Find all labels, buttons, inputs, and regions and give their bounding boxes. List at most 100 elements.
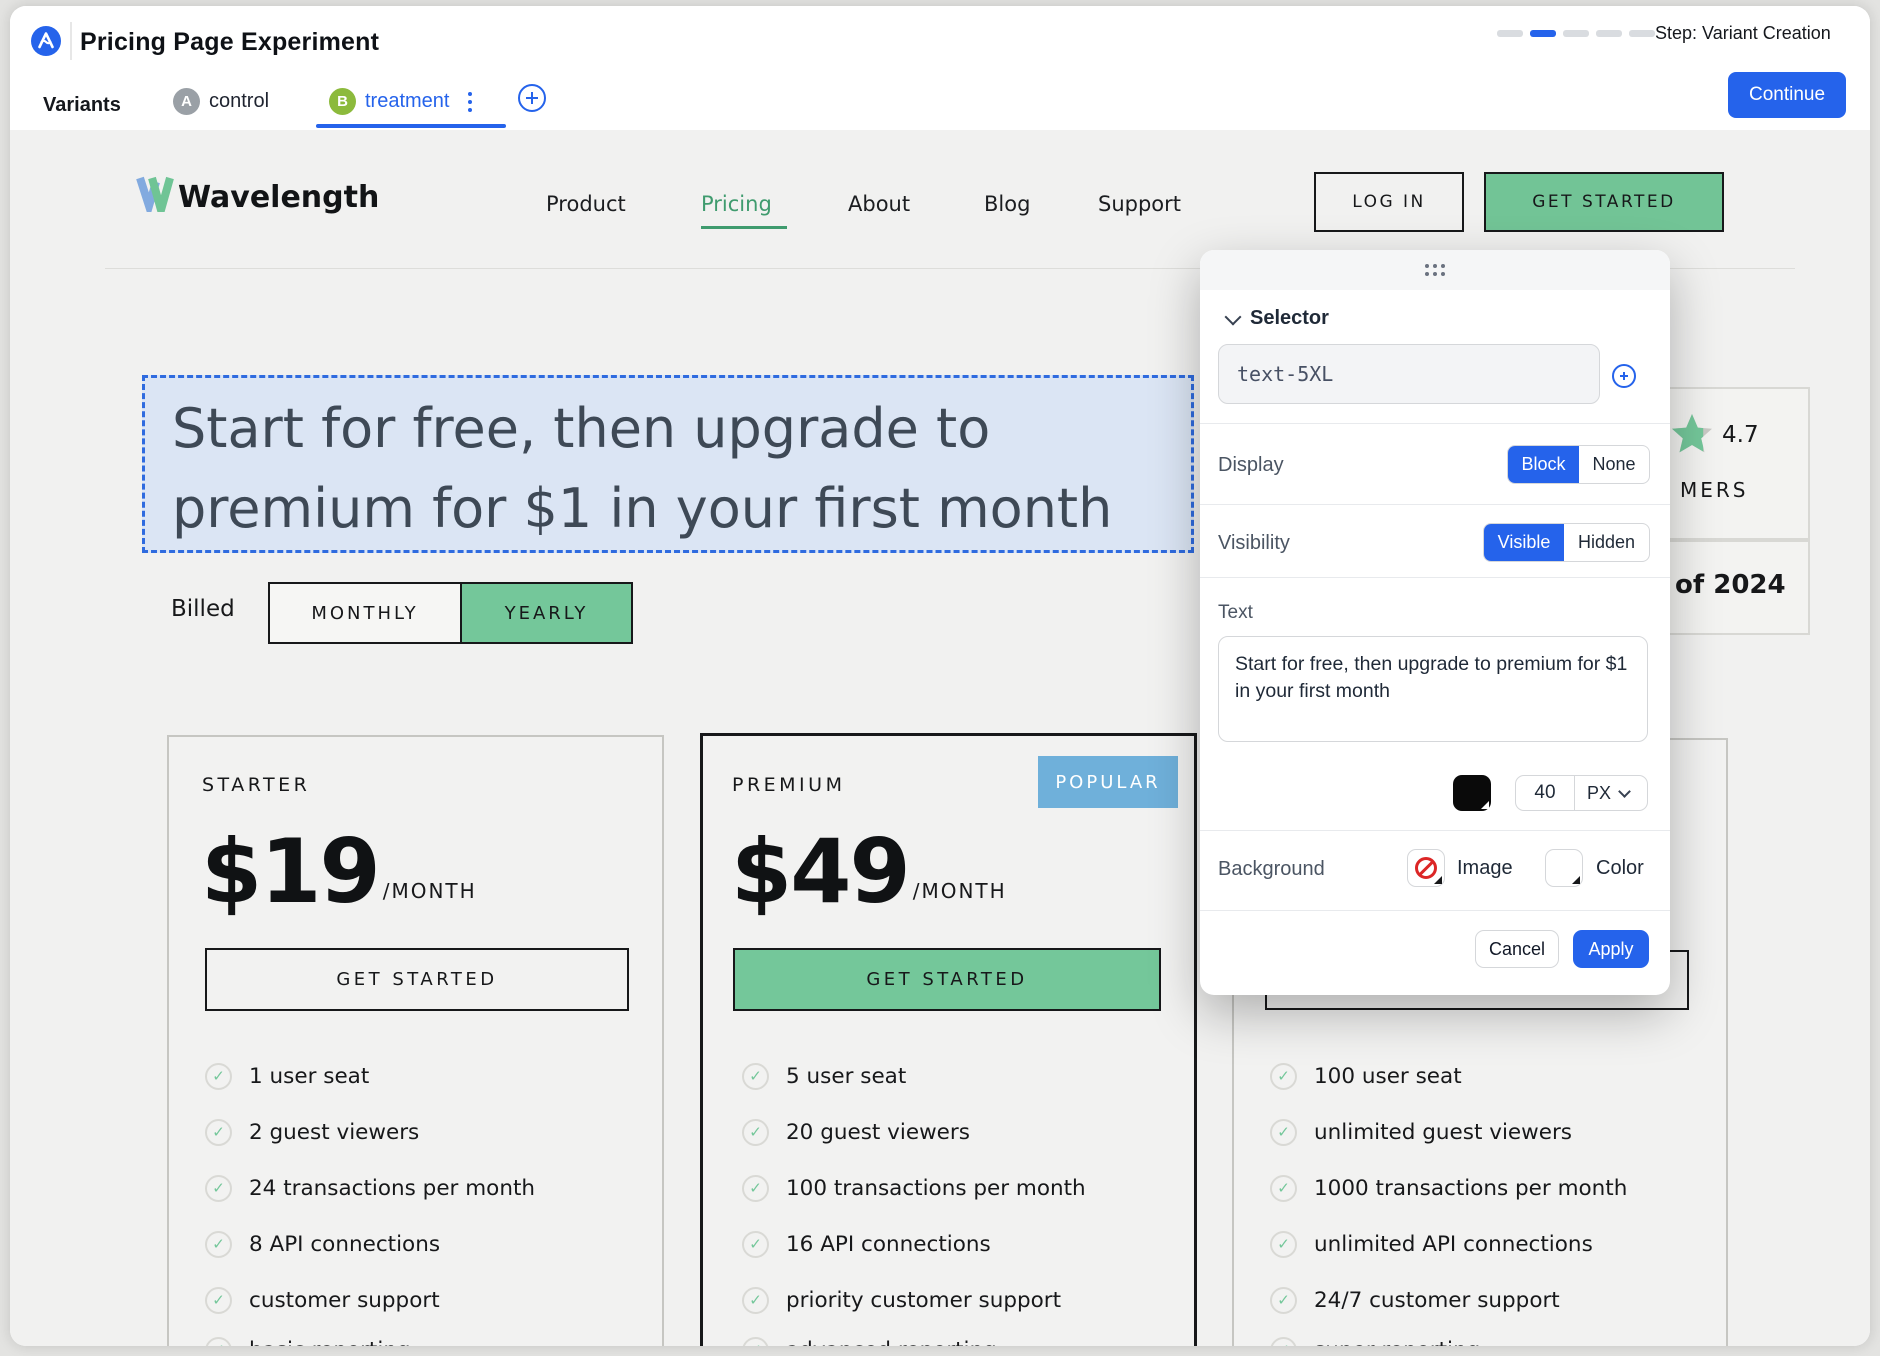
title-divider [70,22,72,60]
visibility-hidden-option[interactable]: Hidden [1564,524,1649,561]
check-icon: ✓ [1270,1337,1297,1347]
tab-variant-control[interactable]: A control [173,88,269,115]
feature-row: ✓24 transactions per month [205,1174,535,1202]
premium-get-started-button[interactable]: GET STARTED [733,948,1161,1011]
progress-segment [1497,30,1523,37]
divider [1574,776,1575,810]
feature-row: ✓ 100 user seat [1270,1062,1462,1090]
step-progress [1497,30,1655,37]
feature-label: customer support [249,1288,440,1313]
brand-name[interactable]: Wavelength [178,180,379,215]
nav-blog[interactable]: Blog [984,192,1030,216]
tab-variant-treatment[interactable]: B treatment [329,88,472,115]
feature-row: ✓1 user seat [205,1062,369,1090]
feature-row: ✓ customer support [205,1286,440,1314]
progress-segment [1596,30,1622,37]
feature-label: 100 user seat [1314,1064,1462,1089]
divider [1200,504,1670,505]
feature-row: ✓ 5 user seat [742,1062,906,1090]
feature-label: unlimited API connections [1314,1232,1593,1257]
check-icon: ✓ [205,1287,232,1314]
header-get-started-button[interactable]: GET STARTED [1484,172,1724,232]
check-icon: ✓ [1270,1175,1297,1202]
divider [1200,423,1670,424]
panel-drag-handle[interactable] [1200,250,1670,290]
selector-input[interactable]: text-5XL [1218,344,1600,404]
headline-line1: Start for free, then upgrade to [172,389,1191,469]
plan-name-starter: STARTER [202,774,310,796]
feature-label: 24/7 customer support [1314,1288,1560,1313]
check-icon: ✓ [205,1231,232,1258]
feature-label: 1000 transactions per month [1314,1176,1627,1201]
check-icon: ✓ [205,1119,232,1146]
progress-segment-active [1530,30,1556,37]
check-icon: ✓ [1270,1119,1297,1146]
font-size-input[interactable]: 40 [1516,782,1574,804]
check-icon: ✓ [742,1119,769,1146]
price-premium: $49 /MONTH [731,828,1007,916]
feature-label: 1 user seat [249,1064,369,1089]
font-unit-select[interactable]: PX [1587,783,1611,804]
rating-caption-partial: MERS [1680,478,1748,502]
rating-star-icon [1670,412,1714,456]
selector-label: Selector [1250,307,1329,330]
element-editor-panel: Selector text-5XL Display Block None Vis… [1200,250,1670,995]
rating-value: 4.7 [1722,422,1759,448]
background-image-none-button[interactable] [1407,849,1445,887]
font-size-control[interactable]: 40 PX [1515,775,1648,811]
nav-support[interactable]: Support [1098,192,1181,216]
text-color-swatch[interactable] [1453,775,1491,811]
variant-menu-kebab-icon[interactable] [468,92,472,112]
check-icon: ✓ [742,1231,769,1258]
background-color-swatch[interactable] [1545,849,1583,887]
background-image-label: Image [1457,857,1513,880]
app-topbar: Pricing Page Experiment Variants A contr… [10,6,1870,130]
selected-headline-element[interactable]: Start for free, then upgrade to premium … [142,375,1194,553]
plan-name-premium: PREMIUM [732,774,845,796]
price-starter: $19 /MONTH [201,828,477,916]
feature-row: ✓100 transactions per month [742,1174,1086,1202]
text-content-textarea[interactable]: Start for free, then upgrade to premium … [1218,636,1648,742]
display-block-option[interactable]: Block [1508,446,1579,483]
background-color-label: Color [1596,857,1644,880]
divider [1200,910,1670,911]
variant-control-label: control [209,90,269,113]
progress-segment [1629,30,1655,37]
feature-label: 20 guest viewers [786,1120,970,1145]
chevron-down-icon[interactable] [1225,309,1242,326]
check-icon: ✓ [1270,1063,1297,1090]
feature-row: ✓advanced reporting [742,1336,997,1346]
feature-label: 5 user seat [786,1064,906,1089]
check-icon: ✓ [742,1287,769,1314]
nav-active-underline [701,226,787,229]
visibility-label: Visibility [1218,532,1290,555]
background-label: Background [1218,858,1325,881]
billing-monthly-option[interactable]: MONTHLY [270,584,462,642]
variant-treatment-label: treatment [365,90,449,113]
feature-label: advanced reporting [786,1338,997,1347]
apply-button[interactable]: Apply [1573,930,1649,968]
divider [1200,577,1670,578]
nav-about[interactable]: About [848,192,910,216]
check-icon: ✓ [1270,1287,1297,1314]
visibility-visible-option[interactable]: Visible [1484,524,1564,561]
nav-product[interactable]: Product [546,192,626,216]
starter-get-started-button[interactable]: GET STARTED [205,948,629,1011]
add-selector-button[interactable] [1612,364,1636,388]
login-button[interactable]: LOG IN [1314,172,1464,232]
display-none-option[interactable]: None [1579,446,1649,483]
feature-row: ✓unlimited guest viewers [1270,1118,1572,1146]
add-variant-button[interactable] [518,84,546,112]
check-icon: ✓ [742,1063,769,1090]
continue-button[interactable]: Continue [1728,72,1846,118]
price-period: /MONTH [913,879,1007,903]
cancel-button[interactable]: Cancel [1475,930,1559,968]
chevron-down-icon [1618,785,1631,798]
feature-label: 8 API connections [249,1232,440,1257]
nav-pricing[interactable]: Pricing [701,192,772,216]
display-label: Display [1218,454,1284,477]
billed-label: Billed [171,596,235,622]
billing-yearly-option[interactable]: YEARLY [462,584,631,642]
feature-label: 16 API connections [786,1232,991,1257]
drag-handle-icon [1425,264,1445,276]
